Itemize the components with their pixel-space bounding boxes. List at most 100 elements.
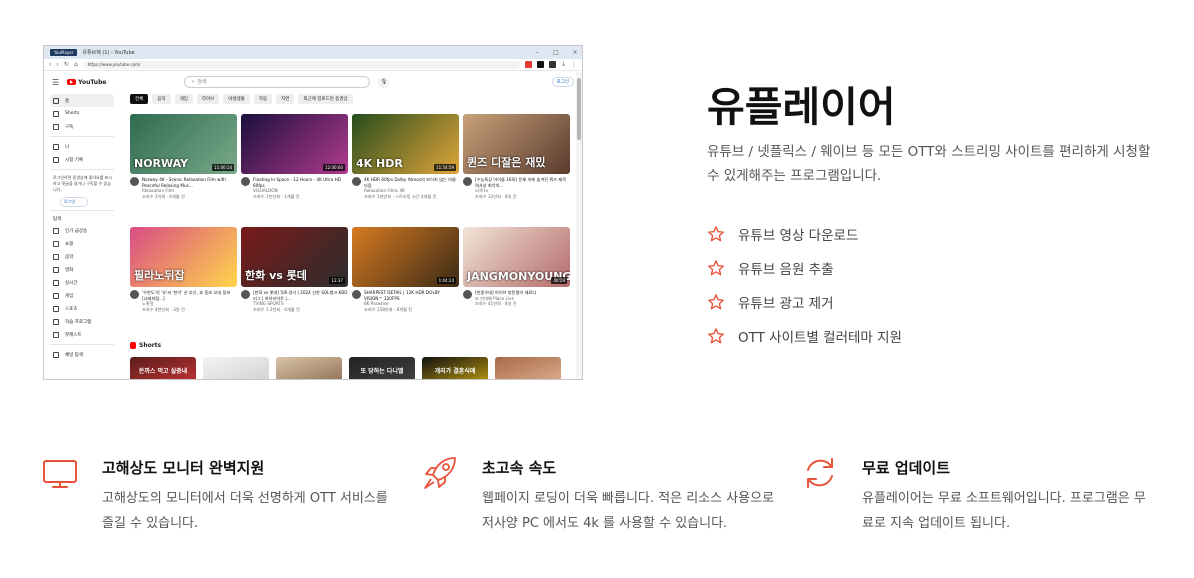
youtube-logo-icon [67, 79, 77, 85]
video-thumbnail[interactable]: 4K HDR 11:54:59 [352, 114, 459, 174]
thumbnail-text: 퀸즈 디잘은 재밌 [467, 156, 546, 169]
shorts-card[interactable]: 개리가 결혼식에 [422, 357, 488, 379]
video-card[interactable]: NORWAY 11:00:14 Norway 4K - Scenic Relaxat… [130, 114, 237, 221]
filter-chip[interactable]: 자동 [253, 94, 273, 104]
channel-avatar[interactable] [352, 290, 361, 299]
youtube-logo[interactable]: YouTube [67, 79, 106, 86]
shorts-card[interactable] [203, 357, 269, 379]
video-card[interactable]: 퀸즈 디잘은 재밌 [수능특강 아이돌 16화] 문제 속에 숨겨진 퀴즈 제목 … [463, 114, 570, 221]
feature-label: 유튜브 광고 제거 [738, 296, 834, 312]
app-tab-logo: YouPlayer [50, 49, 78, 56]
video-thumbnail[interactable]: 한화 vs 롯데 12:37 [241, 227, 348, 287]
filter-chip[interactable]: 게임 [174, 94, 193, 104]
product-description: 유튜브 / 넷플릭스 / 웨이브 등 모든 OTT와 스트리밍 사이트를 편리하… [707, 144, 1151, 184]
sidebar-item[interactable]: 채널 탐색 [50, 348, 120, 361]
search-placeholder: 검색 [197, 79, 207, 85]
filter-chip[interactable]: 라이브 [196, 94, 220, 104]
filter-chip[interactable]: 음악 [152, 94, 171, 104]
video-card[interactable]: 필라노뒤잡 '우한도'의 '유'씨 '한이' 신 부산, 호 동보 오대 정보 [… [130, 227, 237, 334]
back-icon[interactable]: ‹ [49, 61, 51, 68]
video-duration: 12:37 [329, 277, 345, 284]
scrollbar-thumb[interactable] [577, 78, 581, 140]
video-title[interactable]: '우한도'의 '유'씨 '한이' 신 부산, 호 동보 오대 정보 [나태처럼.… [142, 290, 237, 301]
video-title[interactable]: Floating In Space - 12 Hours - 4K Ultra … [253, 177, 348, 188]
sidebar-item-icon [53, 318, 59, 325]
video-title[interactable]: SHARPEST DETAIL | 12K HDR DOLBY VISION™ … [364, 290, 459, 301]
channel-avatar[interactable] [463, 290, 472, 299]
sidebar-item[interactable]: 게임 [50, 289, 120, 302]
sidebar-item-icon [53, 123, 59, 130]
reload-icon[interactable]: ↻ [64, 61, 69, 68]
scrollbar[interactable] [576, 72, 582, 379]
channel-avatar[interactable] [130, 290, 139, 299]
sidebar-item[interactable]: 음악 [50, 250, 120, 263]
login-button[interactable]: 로그인 [551, 77, 574, 87]
video-title[interactable]: [한중우대] 아이브 방탄쨩이 재료다 [475, 290, 536, 296]
filter-chip[interactable]: 전체 [130, 94, 149, 104]
tiktok-extension-icon[interactable] [548, 61, 556, 68]
more-icon[interactable]: ⋮ [571, 61, 577, 68]
search-input[interactable]: ⌕ 검색 [184, 76, 371, 88]
youtube-extension-icon[interactable] [524, 61, 532, 68]
maximize-button[interactable]: □ [549, 49, 563, 56]
video-card[interactable]: 4K HDR 11:54:59 4K HDR 60fps Dolby Atmos의 … [352, 114, 459, 221]
sidebar-login-button[interactable]: 로그인 [60, 197, 88, 207]
video-card[interactable]: 한화 vs 롯데 12:37 [한화 vs 롯데] 5/8 경기 | 2024 신한… [241, 227, 348, 334]
shorts-card[interactable]: 돈까스 먹고 실증내 [130, 357, 196, 379]
shorts-card[interactable] [276, 357, 342, 379]
minimize-button[interactable]: – [530, 49, 544, 56]
channel-avatar[interactable] [241, 290, 250, 299]
sidebar-item-icon [53, 266, 59, 273]
channel-avatar[interactable] [463, 177, 472, 186]
menu-icon[interactable]: ☰ [52, 78, 59, 87]
product-title: 유플레이어 [707, 83, 896, 131]
shorts-card[interactable] [495, 357, 561, 379]
video-thumbnail[interactable]: 1:04:24 [352, 227, 459, 287]
sidebar-item[interactable]: 스포츠 [50, 302, 120, 315]
video-thumbnail[interactable]: 퀸즈 디잘은 재밌 [463, 114, 570, 174]
mic-icon[interactable]: 🎙 [378, 76, 390, 88]
sidebar-item[interactable]: 쇼핑 [50, 237, 120, 250]
sidebar-item[interactable]: 나 [50, 140, 120, 153]
channel-avatar[interactable] [352, 177, 361, 186]
sidebar-item[interactable]: 인기 급상승 [50, 224, 120, 237]
video-thumbnail[interactable]: 12:00:00 [241, 114, 348, 174]
sidebar-item[interactable]: Shorts [50, 107, 120, 120]
shorts-label: Shorts [139, 342, 162, 349]
sidebar-item[interactable]: 시청 기록 [50, 153, 120, 166]
url-field[interactable]: https://www.youtube.com/ [82, 60, 520, 69]
home-icon[interactable]: ⌂ [74, 61, 78, 68]
channel-avatar[interactable] [241, 177, 250, 186]
video-thumbnail[interactable]: 필라노뒤잡 [130, 227, 237, 287]
filter-chip[interactable]: 자연 [276, 94, 295, 104]
forward-icon[interactable]: › [56, 61, 58, 68]
video-title[interactable]: [수능특강 아이돌 16화] 문제 속에 숨겨진 퀴즈 제목 역사상 최악의..… [475, 177, 570, 188]
video-meta: [한중우대] 아이브 방탄쨩이 재료다 또 빈대해 Place Live 조회수 4… [463, 290, 570, 307]
video-title[interactable]: [한화 vs 롯데] 5/8 경기 | 2024 신한 SOL뱅크 KBO 리그… [253, 290, 348, 301]
video-thumbnail[interactable]: JANGMONYOUNG 40:29 [463, 227, 570, 287]
shorts-card[interactable]: 또 당하는 다니엘 [349, 357, 415, 379]
sidebar-item[interactable]: 학습 프로그램 [50, 315, 120, 328]
netflix-extension-icon[interactable] [536, 61, 544, 68]
channel-avatar[interactable] [130, 177, 139, 186]
sidebar-item[interactable]: 팟캐스트 [50, 328, 120, 341]
video-thumbnail[interactable]: NORWAY 11:00:14 [130, 114, 237, 174]
sidebar-item-label: 시청 기록 [65, 157, 83, 163]
rocket-icon [424, 457, 456, 489]
video-card[interactable]: 12:00:00 Floating In Space - 12 Hours - 4… [241, 114, 348, 221]
video-card[interactable]: JANGMONYOUNG 40:29 [한중우대] 아이브 방탄쨩이 재료다 또 빈대… [463, 227, 570, 334]
video-duration: 40:29 [551, 277, 567, 284]
download-icon[interactable]: ↓ [561, 61, 566, 68]
sidebar-item-icon [53, 351, 59, 358]
sidebar-item-icon [53, 97, 59, 104]
close-button[interactable]: × [568, 49, 582, 56]
sidebar-item[interactable]: 구독 [50, 120, 120, 133]
sidebar-item[interactable]: 홈 [50, 94, 114, 107]
video-title[interactable]: Norway 4K - Scenic Relaxation Film with … [142, 177, 237, 188]
video-title[interactable]: 4K HDR 60fps Dolby Atmos의 보이지 않는 아름다움 [364, 177, 459, 188]
filter-chip[interactable]: 야생생물 [223, 94, 250, 104]
video-card[interactable]: 1:04:24 SHARPEST DETAIL | 12K HDR DOLBY V… [352, 227, 459, 334]
sidebar-item[interactable]: 영화 [50, 263, 120, 276]
sidebar-item[interactable]: 실시간 [50, 276, 120, 289]
filter-chip[interactable]: 최근에 업로드된 동영상 [298, 94, 353, 104]
